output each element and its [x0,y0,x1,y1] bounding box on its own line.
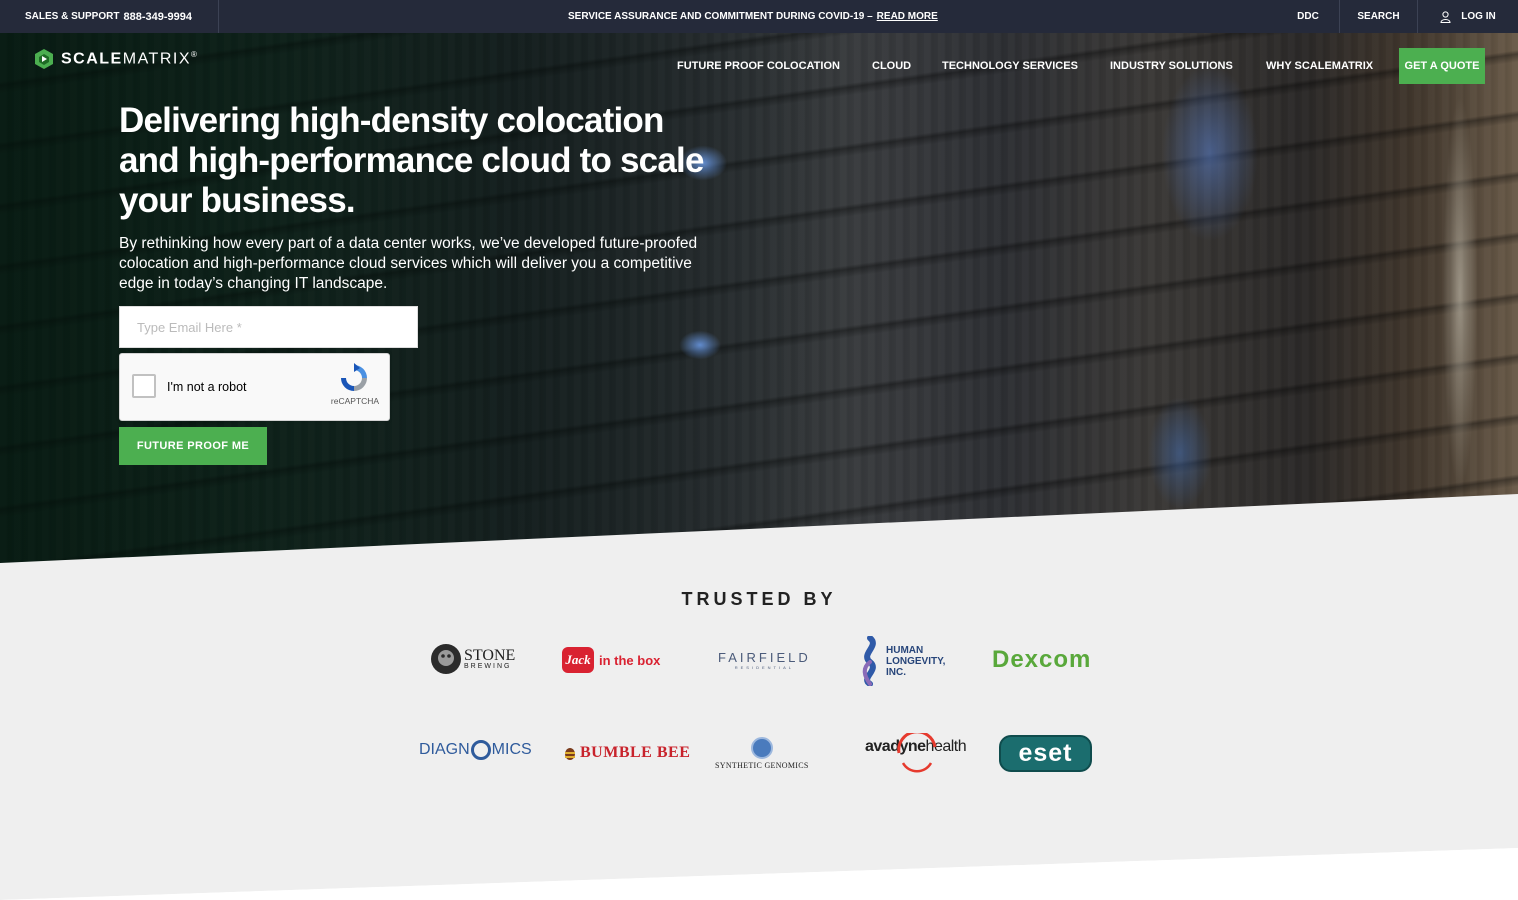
sales-support: SALES & SUPPORT 888-349-9994 [0,0,219,33]
ddc-link[interactable]: DDC [1277,0,1339,33]
utility-bar: SALES & SUPPORT 888-349-9994 SERVICE ASS… [0,0,1518,33]
nav-technology-services[interactable]: TECHNOLOGY SERVICES [942,48,1078,84]
brewing-text: BREWING [464,662,512,670]
bumble-bee-text: BUMBLE BEE [580,744,691,761]
nav-future-proof-colocation[interactable]: FUTURE PROOF COLOCATION [677,48,840,84]
fairfield-logo: FAIRFIELD RESIDENTIAL [718,650,811,670]
read-more-link[interactable]: READ MORE [877,11,938,22]
support-phone-link[interactable]: 888-349-9994 [123,11,192,23]
login-link[interactable]: LOG IN [1417,0,1518,33]
jack-in-the-box-logo: Jack in the box [562,647,660,673]
hli-line-1: HUMAN [886,644,924,656]
diag-text-start: DIAGN [419,741,470,758]
dexcom-logo: Dexcom [992,646,1092,673]
stone-brewing-logo: STONE BREWING [430,643,515,675]
get-a-quote-button[interactable]: GET A QUOTE [1399,48,1485,84]
swoosh-icon [897,733,937,773]
human-longevity-logo: HUMAN LONGEVITY, INC. [858,636,945,686]
bumble-bee-logo: BUMBLE BEE [563,744,690,762]
covid-notice: SERVICE ASSURANCE AND COMMITMENT DURING … [568,0,938,33]
diagnomics-logo: DIAGN MICS [419,740,532,760]
synthetic-genomics-logo: SYNTHETIC GENOMICS [715,737,809,770]
search-link[interactable]: SEARCH [1339,0,1417,33]
recaptcha-checkbox[interactable] [132,374,156,398]
support-label: SALES & SUPPORT [25,11,120,22]
in-the-box-text: in the box [599,652,661,668]
recaptcha-icon [341,363,367,391]
diag-text-end: MICS [491,741,532,758]
future-proof-me-button[interactable]: FUTURE PROOF ME [119,427,267,465]
residential-text: RESIDENTIAL [734,665,794,670]
jack-badge: Jack [562,647,594,673]
recaptcha-brand: reCAPTCHA [330,396,380,406]
page: SALES & SUPPORT 888-349-9994 SERVICE ASS… [0,0,1518,900]
stone-text: STONE [464,646,516,664]
hero-subtitle: By rethinking how every part of a data c… [119,235,698,292]
eset-logo: eset [999,735,1092,772]
hli-line-2: LONGEVITY, [886,655,946,667]
avadyne-health-logo: avadyne health [865,733,967,773]
email-field[interactable] [119,306,418,348]
genome-circle-icon [750,737,773,759]
user-icon [1440,10,1451,23]
hero-title: Delivering high-density colocation and h… [119,101,704,220]
gargoyle-icon [431,644,461,674]
trusted-by-heading: TRUSTED BY [681,589,837,609]
main-nav: FUTURE PROOF COLOCATION CLOUD TECHNOLOGY… [0,48,1518,84]
helix-icon [862,636,876,686]
login-label: LOG IN [1461,11,1496,22]
magnifier-icon [470,740,491,760]
bee-icon [565,748,575,760]
nav-cloud[interactable]: CLOUD [872,48,911,84]
nav-why-scalematrix[interactable]: WHY SCALEMATRIX [1266,48,1373,84]
nav-industry-solutions[interactable]: INDUSTRY SOLUTIONS [1110,48,1233,84]
recaptcha-label: I'm not a robot [167,380,247,394]
fairfield-text: FAIRFIELD [718,650,811,665]
hli-line-3: INC. [886,666,906,678]
synthetic-genomics-text: SYNTHETIC GENOMICS [715,761,809,770]
covid-notice-text: SERVICE ASSURANCE AND COMMITMENT DURING … [568,11,873,22]
recaptcha-widget: I'm not a robot reCAPTCHA [119,353,390,421]
